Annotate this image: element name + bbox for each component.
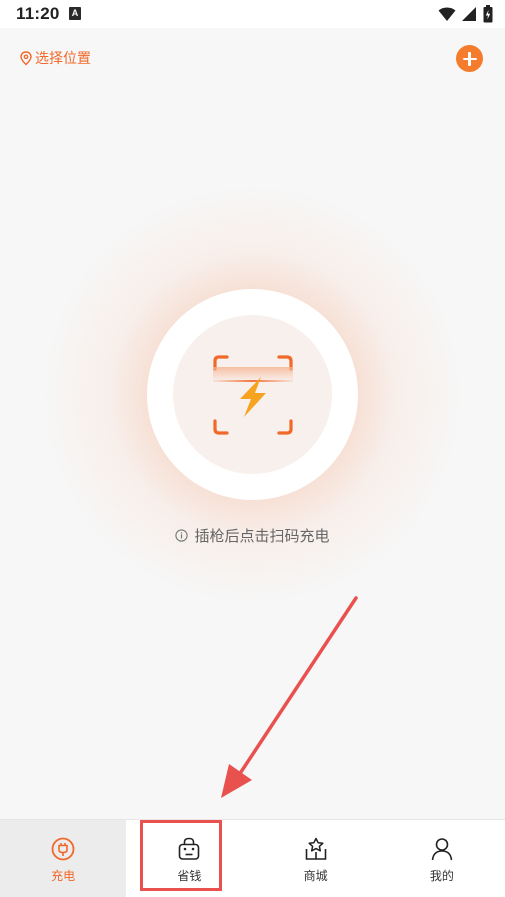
scan-hint: 插枪后点击扫码充电 xyxy=(0,525,505,546)
cellular-icon xyxy=(462,7,476,21)
info-icon xyxy=(175,529,189,542)
tab-charge-label: 充电 xyxy=(51,869,76,883)
plus-circle-icon[interactable] xyxy=(456,45,483,72)
battery-icon xyxy=(483,5,493,23)
tab-shop[interactable]: 商城 xyxy=(253,820,379,897)
tab-charge[interactable]: 充电 xyxy=(0,820,127,897)
select-location-button[interactable]: 选择位置 xyxy=(20,48,91,68)
plug-icon xyxy=(51,837,75,861)
shop-icon xyxy=(305,837,326,860)
status-bar: 11:20 A xyxy=(0,0,505,28)
scan-charge-icon xyxy=(213,355,293,435)
tab-shop-label: 商城 xyxy=(303,869,328,883)
tab-mine-label: 我的 xyxy=(429,869,454,883)
user-icon xyxy=(431,838,453,861)
status-icons xyxy=(438,5,493,23)
select-location-label: 选择位置 xyxy=(35,50,91,66)
location-pin-icon xyxy=(20,50,32,65)
scan-hint-text: 插枪后点击扫码充电 xyxy=(194,528,330,545)
tab-mine[interactable]: 我的 xyxy=(379,820,505,897)
a-badge-icon: A xyxy=(69,7,81,20)
highlight-annotation-box xyxy=(140,820,222,891)
wifi-icon xyxy=(438,7,456,21)
top-bar: 选择位置 xyxy=(0,28,505,88)
status-time: 11:20 xyxy=(16,4,60,23)
bottom-tab-bar: 充电 省钱 商城 我的 xyxy=(0,819,505,897)
